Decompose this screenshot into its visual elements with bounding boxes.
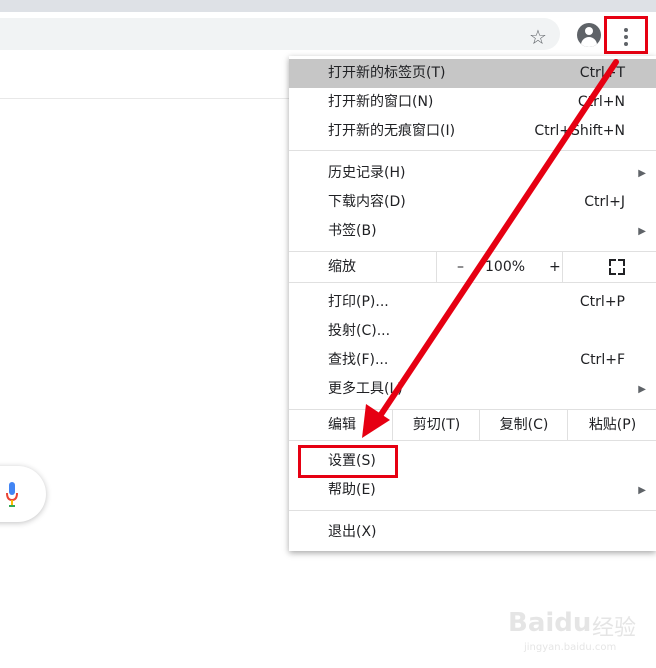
menu-item-shortcut: Ctrl+Shift+N [534, 123, 625, 139]
menu-item-label: 打开新的窗口(N) [328, 94, 434, 110]
watermark-logo: Baidu [508, 608, 592, 638]
menu-item-help[interactable]: 帮助(E) ▶ [289, 476, 656, 505]
tab-strip [0, 0, 656, 12]
menu-item-exit[interactable]: 退出(X) [289, 518, 656, 547]
zoom-label: 缩放 [328, 259, 356, 275]
menu-item-shortcut: Ctrl+J [584, 194, 625, 210]
menu-separator [289, 510, 656, 511]
zoom-level: 100% [485, 259, 526, 275]
menu-item-new-window[interactable]: 打开新的窗口(N) Ctrl+N [289, 88, 656, 117]
menu-item-label: 帮助(E) [328, 482, 376, 498]
zoom-controls: – 100% + [436, 252, 563, 282]
menu-item-label: 书签(B) [328, 223, 377, 239]
menu-item-label: 查找(F)... [328, 352, 389, 368]
menu-item-history[interactable]: 历史记录(H) ▶ [289, 159, 656, 188]
menu-item-label: 历史记录(H) [328, 165, 406, 181]
submenu-arrow-icon: ▶ [638, 485, 646, 496]
menu-item-label: 更多工具(L) [328, 381, 403, 397]
menu-item-new-tab[interactable]: 打开新的标签页(T) Ctrl+T [289, 59, 656, 88]
menu-item-cast[interactable]: 投射(C)... [289, 317, 656, 346]
menu-item-label: 下载内容(D) [328, 194, 406, 210]
menu-item-shortcut: Ctrl+F [580, 352, 625, 368]
edit-label: 编辑 [328, 417, 356, 433]
menu-item-label: 打开新的无痕窗口(I) [328, 123, 456, 139]
microphone-icon [6, 482, 18, 507]
three-dot-menu-icon[interactable] [604, 16, 648, 54]
submenu-arrow-icon: ▶ [638, 384, 646, 395]
menu-separator [289, 440, 656, 441]
star-icon[interactable]: ☆ [527, 26, 549, 48]
menu-item-label: 打印(P)... [328, 294, 389, 310]
voice-search-button[interactable] [0, 466, 46, 522]
menu-separator [289, 282, 656, 283]
address-bar[interactable] [0, 18, 560, 50]
watermark-url: jingyan.baidu.com [524, 642, 617, 653]
fullscreen-icon[interactable] [609, 259, 625, 275]
menu-item-bookmarks[interactable]: 书签(B) ▶ [289, 217, 656, 246]
page-divider [0, 98, 290, 99]
zoom-in-button[interactable]: + [549, 252, 561, 282]
menu-item-downloads[interactable]: 下载内容(D) Ctrl+J [289, 188, 656, 217]
menu-item-shortcut: Ctrl+P [579, 294, 625, 310]
menu-item-shortcut: Ctrl+N [577, 94, 625, 110]
menu-item-shortcut: Ctrl+T [579, 65, 625, 81]
cut-button[interactable]: 剪切(T) [392, 410, 480, 440]
paste-button[interactable]: 粘贴(P) [567, 410, 656, 440]
menu-zoom-row: 缩放 – 100% + [289, 252, 656, 282]
browser-toolbar: ☆ [0, 12, 656, 56]
menu-item-find[interactable]: 查找(F)... Ctrl+F [289, 346, 656, 375]
menu-item-label: 投射(C)... [328, 323, 391, 339]
baidu-jingyan-watermark: Baidu 经验 jingyan.baidu.com [508, 600, 648, 660]
submenu-arrow-icon: ▶ [638, 226, 646, 237]
menu-item-label: 退出(X) [328, 524, 377, 540]
menu-item-new-incognito[interactable]: 打开新的无痕窗口(I) Ctrl+Shift+N [289, 117, 656, 146]
menu-item-more-tools[interactable]: 更多工具(L) ▶ [289, 375, 656, 404]
account-circle-icon[interactable] [577, 23, 601, 47]
submenu-arrow-icon: ▶ [638, 168, 646, 179]
menu-edit-row: 编辑 剪切(T) 复制(C) 粘贴(P) [289, 410, 656, 440]
zoom-out-button[interactable]: – [457, 252, 464, 282]
settings-highlight-box [298, 445, 398, 478]
menu-separator [289, 150, 656, 151]
menu-item-print[interactable]: 打印(P)... Ctrl+P [289, 288, 656, 317]
copy-button[interactable]: 复制(C) [479, 410, 568, 440]
menu-item-label: 打开新的标签页(T) [328, 65, 446, 81]
watermark-title: 经验 [592, 616, 637, 641]
